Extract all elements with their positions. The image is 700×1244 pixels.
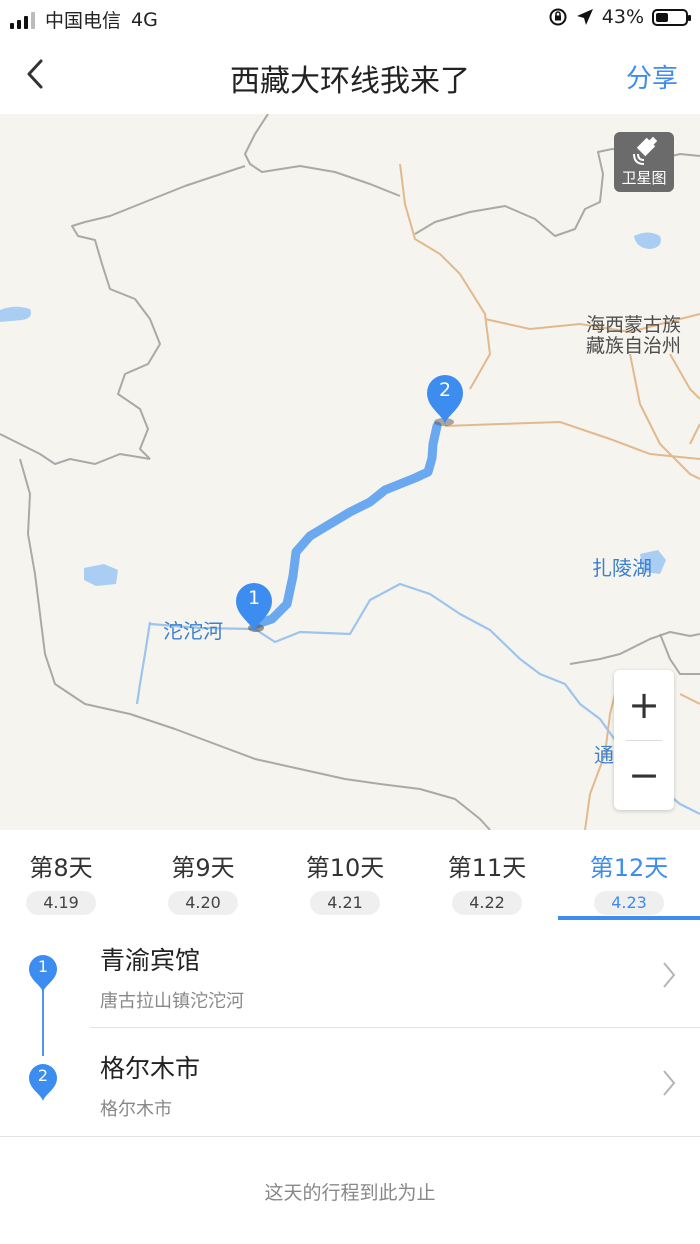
map-label-zhaling-lake: 扎陵湖 (592, 556, 652, 580)
nav-bar: 西藏大环线我来了 分享 (0, 36, 700, 115)
share-button[interactable]: 分享 (626, 58, 678, 95)
satellite-view-button[interactable]: 卫星图 (614, 132, 674, 192)
map-label-haixi-1: 海西蒙古族 (586, 314, 682, 336)
battery-percent: 43% (601, 6, 644, 28)
map-label-haixi-2: 藏族自治州 (586, 335, 682, 357)
satellite-label: 卫星图 (621, 169, 667, 187)
timeline-marker-1: 1 (27, 953, 59, 993)
map-pin-1[interactable]: 1 (234, 581, 274, 633)
map-base-layer (0, 114, 700, 830)
timeline-connector (42, 986, 44, 1056)
chevron-right-icon (663, 962, 676, 988)
map-label-tong: 通 (594, 743, 614, 767)
zoom-in-button[interactable]: + (614, 670, 674, 740)
place-address: 格尔木市 (100, 1099, 172, 1120)
route-map[interactable]: 海西蒙古族 藏族自治州 扎陵湖 沱沱河 通 1 2 卫星图 + − (0, 114, 700, 830)
map-pin-number: 1 (247, 587, 261, 609)
network-label: 4G (131, 8, 158, 31)
tab-day-9[interactable]: 第9天 4.20 (132, 830, 274, 920)
tab-date: 4.20 (168, 891, 238, 915)
tab-date: 4.23 (594, 891, 664, 915)
tab-date: 4.21 (310, 891, 380, 915)
tab-label: 第11天 (447, 854, 527, 882)
timeline-marker-number: 2 (37, 1066, 49, 1085)
tab-label: 第9天 (171, 854, 235, 882)
end-of-day-note: 这天的行程到此为止 (264, 1182, 436, 1204)
chevron-right-icon (663, 1070, 676, 1096)
status-bar: 中国电信 4G 43% (0, 0, 700, 36)
place-address: 唐古拉山镇沱沱河 (100, 991, 244, 1012)
zoom-control: + − (614, 670, 674, 810)
location-arrow-icon (576, 9, 593, 25)
tab-day-10[interactable]: 第10天 4.21 (274, 830, 416, 920)
list-divider (0, 1136, 700, 1137)
carrier-label: 中国电信 (45, 10, 122, 32)
timeline-marker-2: 2 (27, 1062, 59, 1102)
map-pin-number: 2 (438, 379, 452, 401)
tab-label: 第8天 (29, 854, 93, 882)
map-label-tuotuohe: 沱沱河 (163, 619, 223, 643)
list-item[interactable]: 格尔木市 格尔木市 (0, 1029, 700, 1137)
map-pin-2[interactable]: 2 (425, 373, 465, 425)
tab-day-8[interactable]: 第8天 4.19 (0, 830, 132, 920)
timeline-marker-number: 1 (37, 957, 49, 976)
tab-date: 4.19 (26, 891, 96, 915)
route-line (252, 421, 442, 629)
place-name: 格尔木市 (100, 1054, 201, 1083)
page-title: 西藏大环线我来了 (230, 64, 470, 99)
tab-label: 第10天 (305, 854, 385, 882)
tab-label: 第12天 (589, 854, 669, 882)
list-item[interactable]: 青渝宾馆 唐古拉山镇沱沱河 (0, 921, 700, 1029)
day-tabs: 第8天 4.19 第9天 4.20 第10天 4.21 第11天 4.22 第1… (0, 830, 700, 920)
orientation-lock-icon (549, 8, 567, 26)
zoom-out-button[interactable]: − (614, 740, 674, 810)
list-divider (90, 1027, 700, 1028)
tab-day-11[interactable]: 第11天 4.22 (416, 830, 558, 920)
satellite-icon (633, 136, 658, 165)
signal-icon (10, 11, 35, 29)
tab-day-12[interactable]: 第12天 4.23 (558, 830, 700, 920)
place-name: 青渝宾馆 (100, 946, 201, 975)
tab-date: 4.22 (452, 891, 522, 915)
battery-icon (652, 8, 691, 26)
